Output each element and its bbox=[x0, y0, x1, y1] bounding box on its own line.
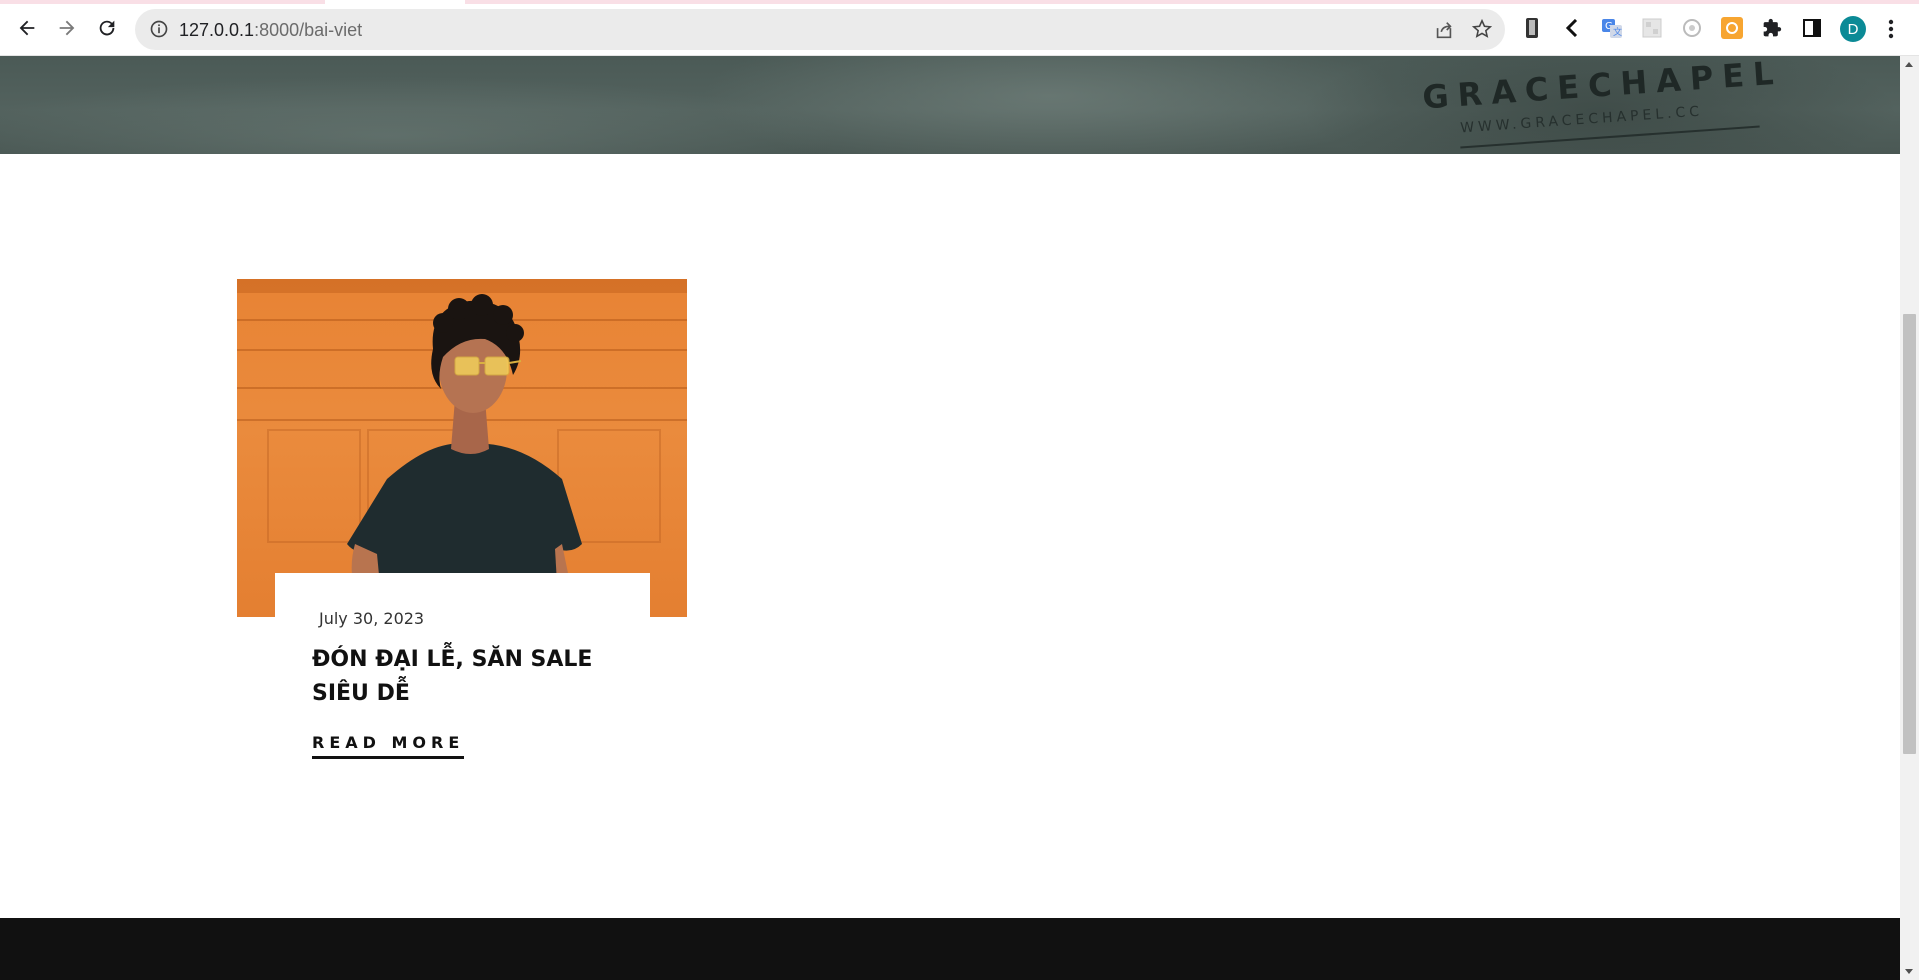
arrow-left-icon bbox=[19, 20, 35, 36]
svg-text:文: 文 bbox=[1613, 26, 1622, 38]
tab-strip-edge bbox=[0, 0, 1919, 4]
post-card: July 30, 2023 ĐÓN ĐẠI LỄ, SĂN SALE SIÊU … bbox=[275, 573, 650, 759]
extension-orange-icon[interactable] bbox=[1721, 17, 1743, 39]
page-scrollbar[interactable] bbox=[1900, 56, 1919, 980]
extension-grid-icon[interactable] bbox=[1641, 17, 1663, 39]
info-icon[interactable] bbox=[149, 19, 169, 39]
profile-avatar[interactable]: D bbox=[1840, 16, 1866, 42]
side-panel-icon[interactable] bbox=[1801, 17, 1823, 39]
extension-chevron-icon[interactable] bbox=[1561, 17, 1583, 39]
url-host: 127.0.0.1 bbox=[179, 20, 255, 40]
url-text[interactable]: 127.0.0.1:8000/bai-viet bbox=[179, 20, 362, 41]
extension-translate-icon[interactable]: G文 bbox=[1601, 17, 1623, 39]
post-title[interactable]: ĐÓN ĐẠI LỄ, SĂN SALE SIÊU DỄ bbox=[312, 643, 612, 711]
share-icon[interactable] bbox=[1433, 19, 1455, 41]
extension-circle-icon[interactable] bbox=[1681, 17, 1703, 39]
url-path: :8000/bai-viet bbox=[254, 20, 363, 40]
arrow-right-icon bbox=[59, 20, 75, 36]
post-thumbnail[interactable] bbox=[237, 279, 687, 617]
footer bbox=[0, 918, 1900, 980]
address-bar[interactable]: 127.0.0.1:8000/bai-viet bbox=[135, 9, 1505, 50]
scrollbar-thumb[interactable] bbox=[1903, 314, 1916, 754]
back-button[interactable] bbox=[11, 12, 43, 44]
browser-toolbar: 127.0.0.1:8000/bai-viet G文 D bbox=[0, 0, 1919, 56]
read-more-link[interactable]: READ MORE bbox=[312, 733, 465, 759]
extension-phone-icon[interactable] bbox=[1521, 17, 1543, 39]
scroll-up-icon[interactable] bbox=[1905, 62, 1913, 67]
reload-button[interactable] bbox=[91, 12, 123, 44]
scroll-down-icon[interactable] bbox=[1905, 969, 1913, 974]
person-illustration bbox=[347, 294, 582, 617]
reload-icon bbox=[99, 20, 115, 36]
hero-banner: GRACECHAPEL WWW.GRACECHAPEL.CC bbox=[0, 56, 1900, 154]
page-viewport: GRACECHAPEL WWW.GRACECHAPEL.CC July 30, … bbox=[0, 56, 1900, 980]
forward-button[interactable] bbox=[51, 12, 83, 44]
star-icon[interactable] bbox=[1471, 18, 1493, 40]
more-vertical-icon[interactable] bbox=[1885, 17, 1897, 41]
post-date: July 30, 2023 bbox=[319, 609, 425, 628]
puzzle-icon[interactable] bbox=[1761, 17, 1783, 39]
